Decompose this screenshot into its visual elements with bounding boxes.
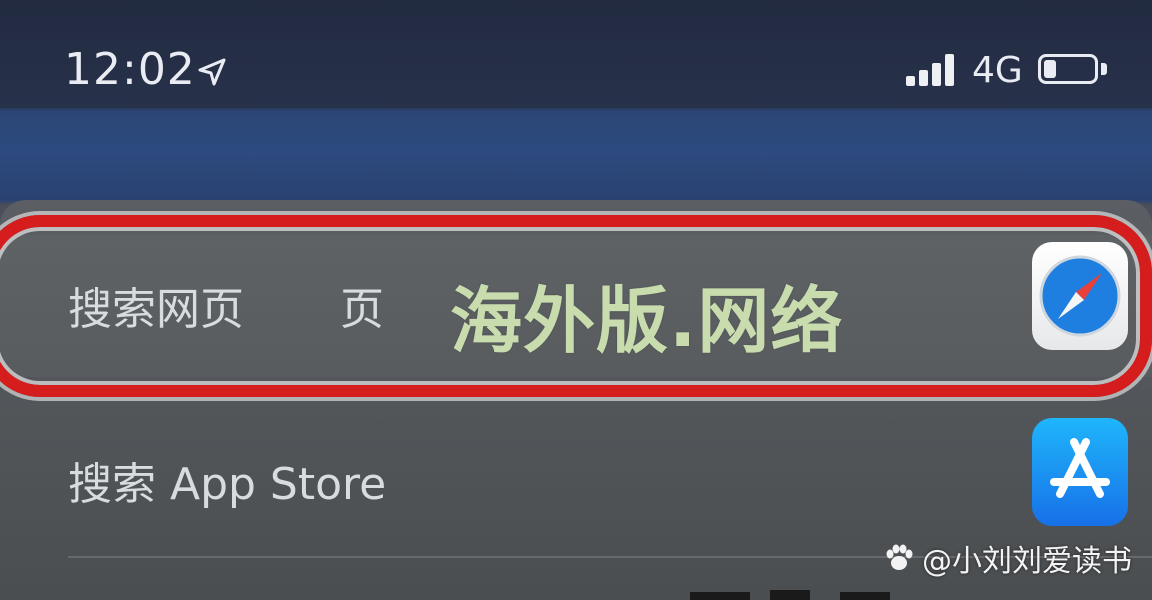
status-bar: 12:02 4G — [0, 0, 1152, 108]
paw-icon — [886, 544, 913, 570]
result-search-app-store[interactable]: 搜索 App Store — [0, 418, 1152, 538]
network-type: 4G — [972, 50, 1023, 91]
credit-watermark: @小刘刘爱读书 — [882, 536, 1132, 580]
battery-icon — [1038, 54, 1098, 84]
watermark-text: 海外版.网络 — [450, 279, 844, 363]
result-search-web-label: 搜索网页 — [68, 284, 244, 335]
app-store-icon[interactable] — [1032, 418, 1128, 526]
partial-content-below — [690, 590, 890, 600]
spotlight-screen: 12:02 4G 搜索网页 页 海外版.网络 搜索 App Store @小刘刘… — [0, 0, 1152, 600]
safari-icon[interactable] — [1032, 242, 1128, 350]
credit-text: @小刘刘爱读书 — [922, 544, 1132, 579]
battery-cap — [1101, 63, 1107, 75]
result-search-app-store-label: 搜索 App Store — [68, 459, 387, 510]
location-arrow-icon — [198, 58, 226, 86]
result-search-web-label-extra: 页 — [340, 284, 384, 335]
signal-icon — [906, 52, 962, 86]
status-time: 12:02 — [64, 44, 196, 95]
battery-level — [1044, 60, 1056, 78]
